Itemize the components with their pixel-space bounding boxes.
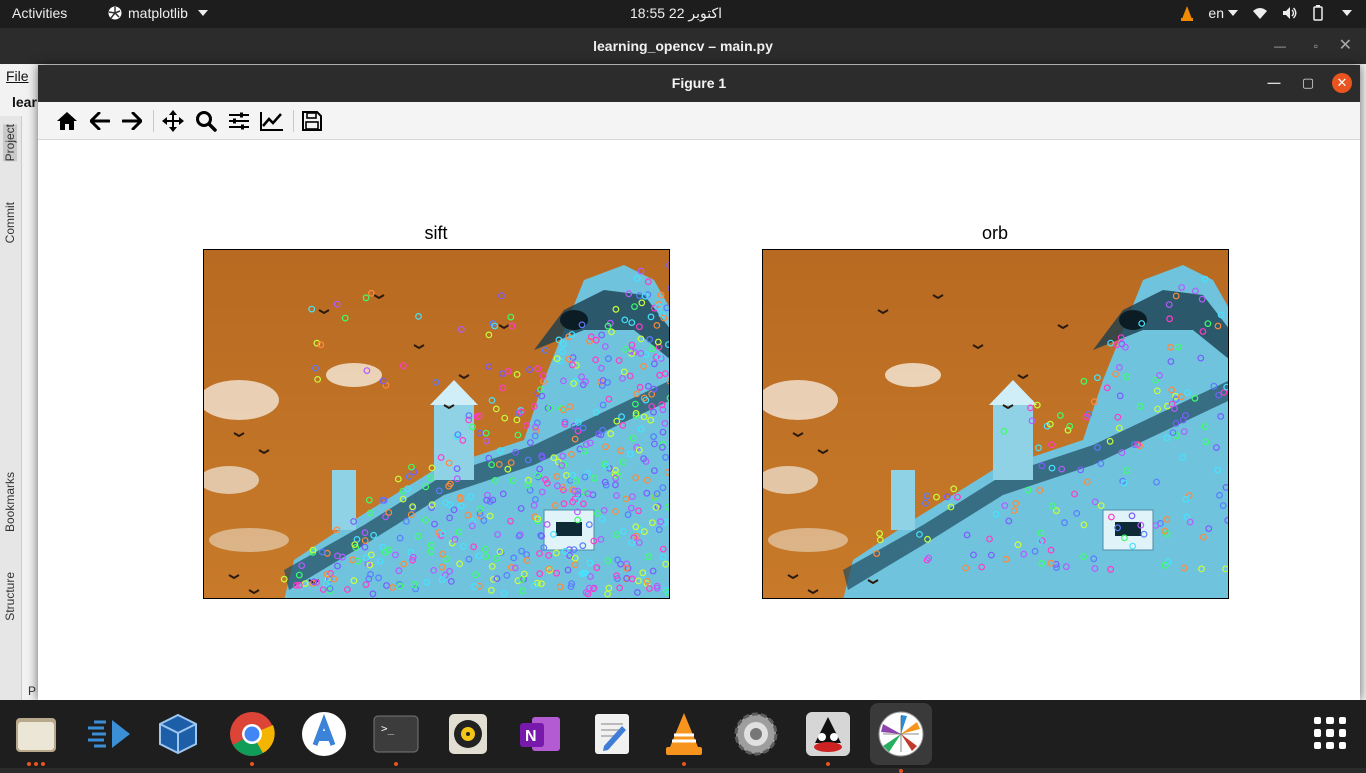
close-button[interactable]: ✕ (1332, 73, 1352, 93)
axes-orb-image (762, 249, 1229, 599)
power-menu-chevron-icon[interactable] (1342, 10, 1352, 16)
svg-text:>_: >_ (381, 722, 395, 735)
edit-curves-icon[interactable] (259, 109, 285, 133)
chevron-down-icon (197, 10, 208, 16)
sidebar-tab-commit[interactable]: Commit (3, 202, 17, 243)
java-app-icon[interactable] (804, 710, 852, 766)
activities-button[interactable]: Activities (12, 5, 67, 21)
dock: >_ N (0, 700, 1366, 773)
battery-icon[interactable] (1312, 5, 1324, 21)
wifi-icon[interactable] (1252, 6, 1268, 20)
language-label: en (1208, 5, 1224, 21)
axes-sift-image (203, 249, 670, 599)
figure-window: Figure 1 — ▢ ✕ sift orb (38, 65, 1360, 700)
rhythmbox-icon[interactable] (444, 710, 492, 758)
chrome-icon[interactable] (228, 710, 276, 766)
maximize-icon[interactable]: ▫ (1314, 28, 1318, 64)
ide-window-title: learning_opencv – main.py (593, 38, 773, 54)
minimize-icon[interactable]: — (1274, 28, 1286, 64)
app-menu-label: matplotlib (128, 5, 188, 21)
sift-keypoints-image (204, 250, 669, 598)
text-editor-icon[interactable] (588, 710, 636, 758)
save-icon[interactable] (299, 109, 325, 133)
zoom-icon[interactable] (193, 109, 219, 133)
project-name: lear (12, 94, 37, 110)
forward-arrow-icon[interactable] (119, 109, 145, 133)
menu-file[interactable]: File (6, 68, 29, 84)
figure-canvas[interactable]: sift orb (38, 141, 1360, 700)
onenote-icon[interactable]: N (516, 710, 564, 758)
files-icon[interactable] (12, 710, 60, 766)
show-apps-icon[interactable] (1314, 717, 1346, 749)
subplot-title-orb: orb (981, 223, 1008, 243)
android-studio-icon[interactable] (300, 710, 348, 758)
settings-icon[interactable] (732, 710, 780, 758)
toolbar-separator (293, 110, 294, 132)
sidebar-tab-structure[interactable]: Structure (3, 572, 17, 621)
sidebar-tab-bookmarks[interactable]: Bookmarks (3, 472, 17, 532)
subplot-title-sift: sift (424, 223, 448, 243)
app-menu[interactable]: matplotlib (108, 5, 208, 21)
home-icon[interactable] (54, 109, 80, 133)
virtualbox-icon[interactable] (154, 710, 202, 758)
back-arrow-icon[interactable] (87, 109, 113, 133)
ide-title-bar: learning_opencv – main.py — ▫ ✕ (0, 28, 1366, 64)
volume-icon[interactable] (1282, 6, 1298, 20)
figure-window-title: Figure 1 (671, 75, 727, 91)
matplotlib-icon (108, 6, 122, 20)
matplotlib-icon[interactable] (870, 703, 932, 773)
pan-icon[interactable] (160, 109, 186, 133)
visual-studio-icon[interactable] (84, 710, 132, 758)
top-bar: Activities matplotlib 18:55 22 اکتوبر en (0, 0, 1366, 28)
vlc-tray-icon[interactable] (1180, 5, 1194, 21)
sidebar-tab-project[interactable]: Project (3, 124, 17, 162)
navigation-toolbar (38, 102, 1360, 140)
orb-keypoints-image (763, 250, 1228, 598)
terminal-icon[interactable]: >_ (372, 710, 420, 766)
svg-text:N: N (525, 728, 537, 745)
chevron-down-icon (1228, 10, 1238, 16)
ide-status-text: P (28, 684, 37, 698)
figure-title-bar: Figure 1 — ▢ ✕ (38, 65, 1360, 102)
maximize-button[interactable]: ▢ (1298, 73, 1318, 93)
close-icon[interactable]: ✕ (1339, 28, 1352, 64)
language-selector[interactable]: en (1208, 5, 1238, 21)
toolbar-separator (153, 110, 154, 132)
minimize-button[interactable]: — (1264, 73, 1284, 93)
vlc-icon[interactable] (660, 710, 708, 766)
clock[interactable]: 18:55 22 اکتوبر (630, 5, 722, 22)
system-tray[interactable]: en (1180, 5, 1352, 21)
ide-side-tool-strip: Project Commit Bookmarks Structure (0, 116, 22, 700)
subplots-config-icon[interactable] (226, 109, 252, 133)
